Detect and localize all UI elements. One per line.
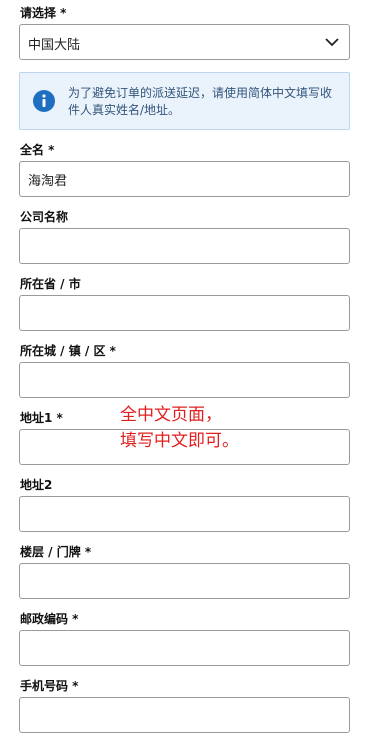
company-label: 公司名称 xyxy=(20,210,69,224)
info-icon xyxy=(33,90,55,112)
city-input[interactable] xyxy=(19,362,350,398)
address2-label: 地址2 xyxy=(20,478,53,492)
postcode-input[interactable] xyxy=(19,630,350,666)
phone-input[interactable] xyxy=(19,697,350,733)
floor-input[interactable] xyxy=(19,563,350,599)
address2-input[interactable] xyxy=(19,496,350,532)
postcode-label: 邮政编码 * xyxy=(20,612,79,626)
floor-label: 楼层 / 门牌 * xyxy=(20,545,92,559)
province-label: 所在省 / 市 xyxy=(20,277,81,291)
full-name-input[interactable] xyxy=(19,161,350,197)
notice-text: 为了避免订单的派送延迟，请使用简体中文填写收件人真实姓名/地址。 xyxy=(68,86,333,117)
info-notice: 为了避免订单的派送延迟，请使用简体中文填写收件人真实姓名/地址。 xyxy=(19,72,350,130)
country-select-value: 中国大陆 xyxy=(28,38,81,53)
country-select-label: 请选择 * xyxy=(20,6,67,20)
company-input[interactable] xyxy=(19,228,350,264)
address1-label: 地址1 * xyxy=(20,411,63,425)
annotation-note: 全中文页面， 填写中文即可。 xyxy=(120,402,239,454)
chevron-down-icon xyxy=(325,38,339,47)
annotation-line-2: 填写中文即可。 xyxy=(120,431,239,451)
city-label: 所在城 / 镇 / 区 * xyxy=(20,344,116,358)
full-name-label: 全名 * xyxy=(20,143,55,157)
province-input[interactable] xyxy=(19,295,350,331)
phone-label: 手机号码 * xyxy=(20,679,79,693)
annotation-line-1: 全中文页面， xyxy=(120,405,222,425)
country-select[interactable]: 中国大陆 xyxy=(19,24,350,60)
